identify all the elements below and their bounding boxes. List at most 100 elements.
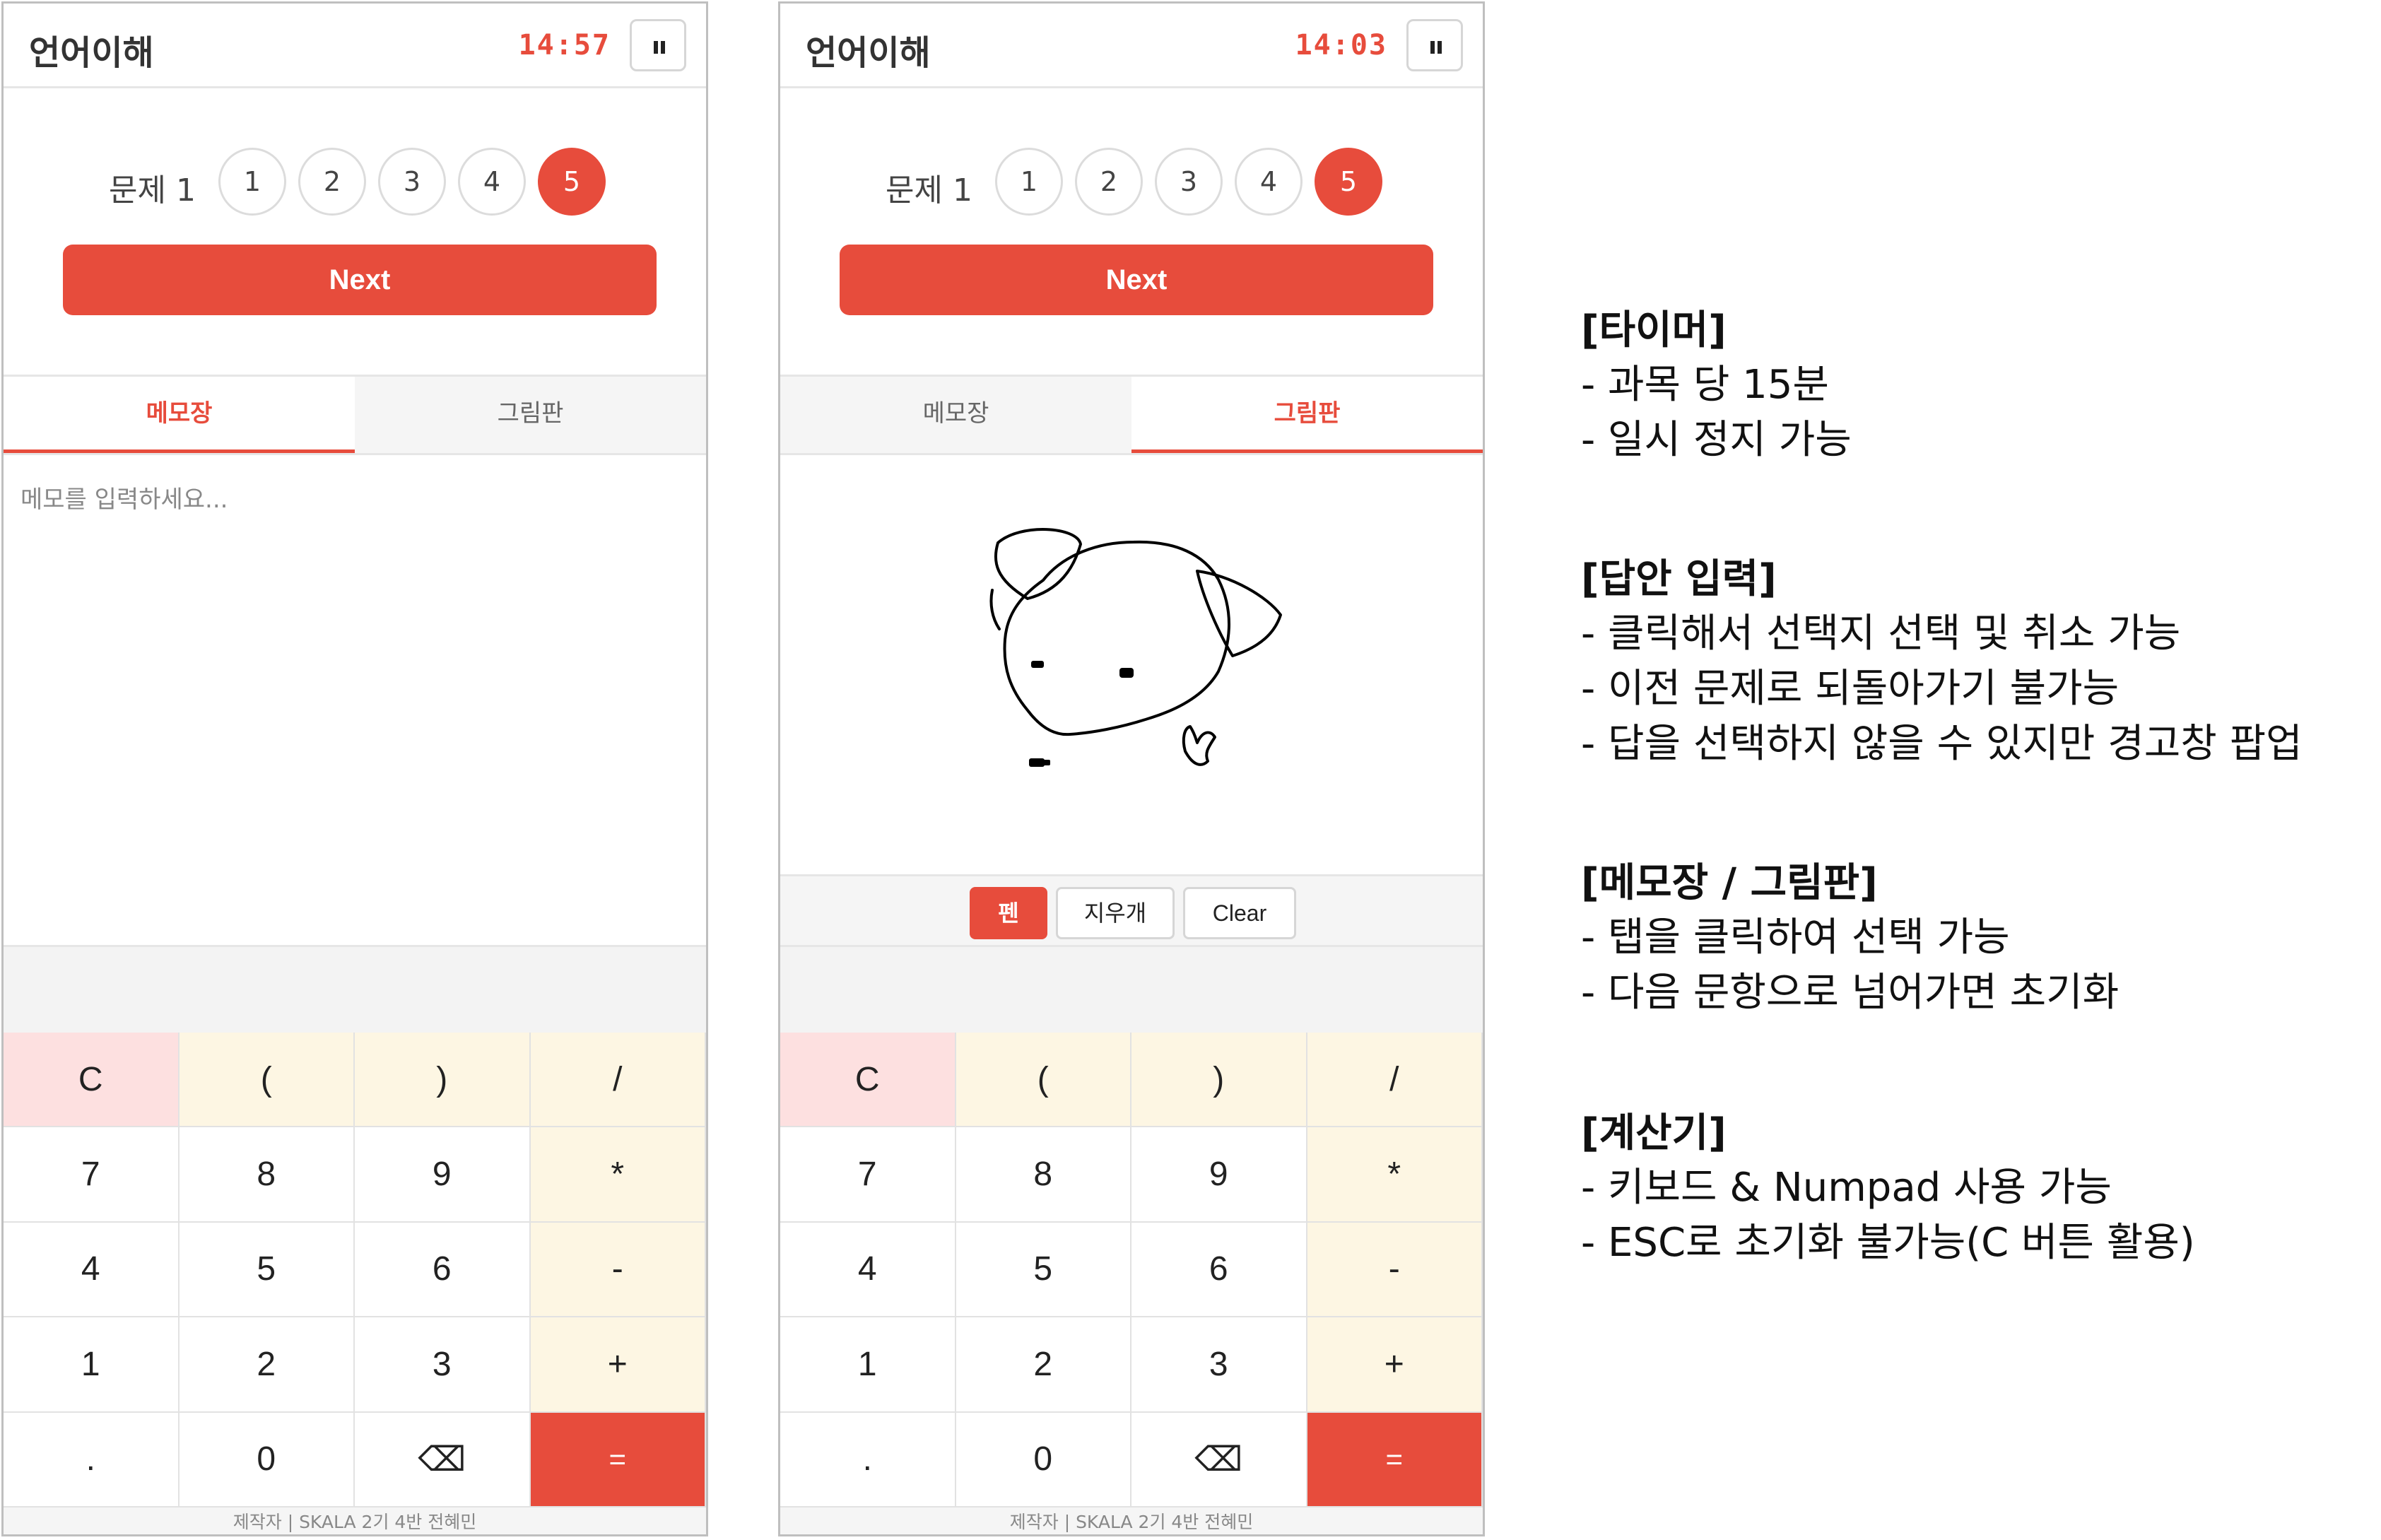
calc-key-minus[interactable]: -: [530, 1222, 706, 1318]
calc-key-2[interactable]: 2: [179, 1317, 355, 1413]
timer: 14:57: [518, 29, 611, 61]
drawing-canvas[interactable]: [780, 456, 1483, 874]
app-panel-memo: 언어이해 14:57 문제 1 1 2 3 4 5 Next 메모장 그림판 C…: [1, 1, 708, 1536]
calc-key-open-paren[interactable]: (: [179, 1033, 355, 1128]
note-heading: [메모장 / 그림판]: [1581, 860, 1878, 906]
calc-key-equals[interactable]: =: [530, 1412, 706, 1507]
calc-key-4[interactable]: 4: [780, 1222, 956, 1318]
calc-key-close-paren[interactable]: ): [355, 1033, 531, 1128]
calc-key-clear[interactable]: C: [4, 1033, 180, 1128]
calc-key-clear[interactable]: C: [780, 1033, 956, 1128]
question-label: 문제 1: [109, 172, 196, 208]
timer: 14:03: [1295, 29, 1387, 61]
tab-memo[interactable]: 메모장: [780, 377, 1131, 453]
calc-key-6[interactable]: 6: [1131, 1222, 1307, 1318]
tab-draw[interactable]: 그림판: [1131, 377, 1483, 453]
calc-key-8[interactable]: 8: [179, 1127, 355, 1223]
pause-icon: [1430, 41, 1435, 54]
choice-4[interactable]: 4: [458, 148, 526, 216]
note-line: - 탭을 클릭하여 선택 가능: [1581, 915, 2010, 960]
choice-5-selected[interactable]: 5: [1315, 148, 1382, 216]
clear-canvas-button[interactable]: Clear: [1183, 887, 1296, 939]
calc-key-decimal[interactable]: .: [780, 1412, 956, 1507]
tab-bar: 메모장 그림판: [4, 375, 706, 455]
calc-key-7[interactable]: 7: [4, 1127, 180, 1223]
choice-3[interactable]: 3: [378, 148, 446, 216]
subject-title: 언어이해: [29, 33, 154, 73]
memo-textarea[interactable]: [4, 456, 706, 945]
calc-key-divide[interactable]: /: [1307, 1033, 1483, 1128]
calc-key-multiply[interactable]: *: [1307, 1127, 1483, 1223]
note-line: - 과목 당 15분: [1581, 362, 1829, 408]
calc-key-plus[interactable]: +: [530, 1317, 706, 1413]
dog-sketch: [989, 528, 1282, 767]
note-heading: [계산기]: [1581, 1110, 1727, 1156]
tab-memo[interactable]: 메모장: [4, 377, 355, 453]
app-panel-draw: 언어이해 14:03 문제 1 1 2 3 4 5 Next 메모장 그림판 펜…: [778, 1, 1485, 1536]
pause-button[interactable]: [630, 19, 686, 71]
calc-key-close-paren[interactable]: ): [1131, 1033, 1307, 1128]
question-nav: 문제 1 1 2 3 4 5: [780, 148, 1483, 218]
calc-key-4[interactable]: 4: [4, 1222, 180, 1318]
calc-key-backspace[interactable]: ⌫: [355, 1412, 531, 1507]
calc-key-open-paren[interactable]: (: [956, 1033, 1131, 1128]
calc-key-decimal[interactable]: .: [4, 1412, 180, 1507]
calc-key-7[interactable]: 7: [780, 1127, 956, 1223]
note-timer: [타이머] - 과목 당 15분 - 일시 정지 가능: [1581, 304, 1852, 468]
choice-4[interactable]: 4: [1235, 148, 1303, 216]
choice-3[interactable]: 3: [1155, 148, 1223, 216]
calc-key-2[interactable]: 2: [956, 1317, 1131, 1413]
note-answer-input: [답안 입력] - 클릭해서 선택지 선택 및 취소 가능 - 이전 문제로 되…: [1581, 553, 2303, 772]
calc-key-8[interactable]: 8: [956, 1127, 1131, 1223]
calc-key-5[interactable]: 5: [179, 1222, 355, 1318]
header: 언어이해 14:03: [780, 4, 1483, 88]
calc-key-multiply[interactable]: *: [530, 1127, 706, 1223]
pen-tool-button[interactable]: 펜: [970, 887, 1047, 939]
note-calculator: [계산기] - 키보드 & Numpad 사용 가능 - ESC로 초기화 불가…: [1581, 1107, 2195, 1271]
tab-bar: 메모장 그림판: [780, 375, 1483, 455]
calc-key-9[interactable]: 9: [1131, 1127, 1307, 1223]
choice-2[interactable]: 2: [298, 148, 366, 216]
calc-key-9[interactable]: 9: [355, 1127, 531, 1223]
next-button[interactable]: Next: [63, 245, 657, 315]
calc-key-1[interactable]: 1: [4, 1317, 180, 1413]
question-nav: 문제 1 1 2 3 4 5: [4, 148, 706, 218]
note-line: - 클릭해서 선택지 선택 및 취소 가능: [1581, 611, 2181, 657]
note-memo-draw: [메모장 / 그림판] - 탭을 클릭하여 선택 가능 - 다음 문항으로 넘어…: [1581, 857, 2119, 1021]
footer-credit: 제작자 | SKALA 2기 4반 전혜민: [780, 1507, 1483, 1534]
calc-key-equals[interactable]: =: [1307, 1412, 1483, 1507]
note-line: - 일시 정지 가능: [1581, 417, 1852, 463]
note-line: - 다음 문항으로 넘어가면 초기화: [1581, 970, 2120, 1016]
calc-key-0[interactable]: 0: [956, 1412, 1131, 1507]
calc-key-6[interactable]: 6: [355, 1222, 531, 1318]
calc-key-3[interactable]: 3: [355, 1317, 531, 1413]
note-line: - 키보드 & Numpad 사용 가능: [1581, 1165, 2112, 1211]
choice-5-selected[interactable]: 5: [538, 148, 606, 216]
calculator-keypad: C ( ) / 7 8 9 * 4 5 6 - 1 2 3 + . 0 ⌫ =: [780, 1033, 1483, 1507]
calc-key-minus[interactable]: -: [1307, 1222, 1483, 1318]
choice-1[interactable]: 1: [218, 148, 286, 216]
note-heading: [타이머]: [1581, 307, 1727, 353]
question-label: 문제 1: [886, 172, 972, 208]
calc-key-3[interactable]: 3: [1131, 1317, 1307, 1413]
calculator-keypad: C ( ) / 7 8 9 * 4 5 6 - 1 2 3 + . 0 ⌫ =: [4, 1033, 706, 1507]
calc-key-5[interactable]: 5: [956, 1222, 1131, 1318]
next-button[interactable]: Next: [840, 245, 1433, 315]
note-line: - ESC로 초기화 불가능(C 버튼 활용): [1581, 1220, 2195, 1266]
choice-1[interactable]: 1: [995, 148, 1063, 216]
footer-credit: 제작자 | SKALA 2기 4반 전혜민: [4, 1507, 706, 1534]
eraser-tool-button[interactable]: 지우개: [1056, 887, 1175, 939]
note-heading: [답안 입력]: [1581, 556, 1777, 602]
calculator-display: [4, 945, 706, 1033]
choice-2[interactable]: 2: [1075, 148, 1143, 216]
calc-key-0[interactable]: 0: [179, 1412, 355, 1507]
note-line: - 답을 선택하지 않을 수 있지만 경고창 팝업: [1581, 721, 2303, 767]
calc-key-1[interactable]: 1: [780, 1317, 956, 1413]
draw-toolbar: 펜 지우개 Clear: [780, 874, 1483, 945]
pause-button[interactable]: [1406, 19, 1463, 71]
calc-key-divide[interactable]: /: [530, 1033, 706, 1128]
calc-key-backspace[interactable]: ⌫: [1131, 1412, 1307, 1507]
calc-key-plus[interactable]: +: [1307, 1317, 1483, 1413]
pause-icon: [654, 41, 658, 54]
tab-draw[interactable]: 그림판: [355, 377, 706, 453]
